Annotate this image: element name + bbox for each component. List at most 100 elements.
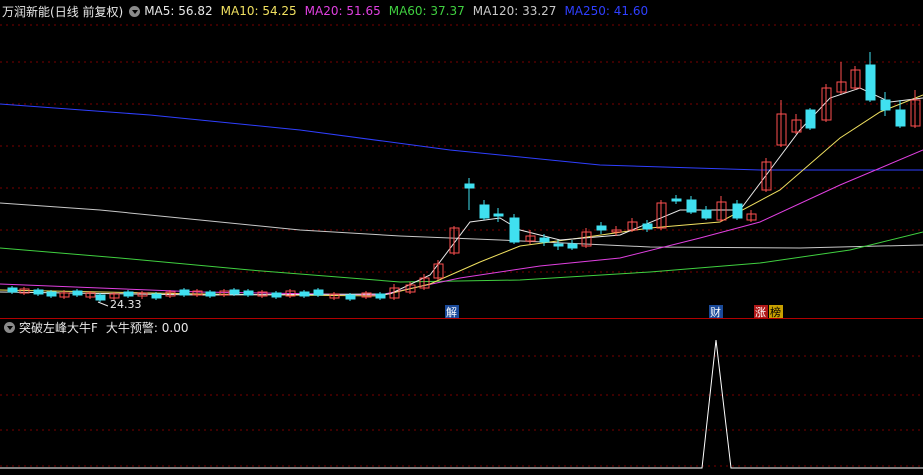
candle-down [493, 208, 504, 222]
candle-up [821, 84, 832, 122]
chevron-down-icon[interactable] [4, 321, 15, 333]
ma120-legend: MA120: 33.27 [472, 4, 557, 18]
candle-body [880, 99, 891, 111]
indicator-header: 突破左峰大牛F 大牛预警: 0.00 [0, 318, 188, 336]
candle-body [895, 109, 906, 127]
candle-body [553, 243, 564, 247]
candle-down [205, 290, 216, 298]
candle-up [219, 289, 230, 297]
alert-signal-line [0, 339, 923, 469]
indicator-title: 突破左峰大牛F [19, 320, 98, 335]
candle-up [836, 62, 847, 94]
candle-body [95, 294, 106, 301]
event-marker-1[interactable]: 财 [709, 305, 723, 318]
candle-body [7, 287, 18, 293]
candle-down [596, 222, 607, 234]
ma10-legend: MA10: 54.25 [220, 4, 297, 18]
candle-down [271, 291, 282, 299]
candle-body [313, 289, 324, 296]
ma120-line [0, 202, 923, 249]
candle-body [865, 64, 876, 101]
candle-body [509, 217, 520, 243]
candle-down [72, 289, 83, 297]
candle-down [464, 178, 475, 210]
candle-down [375, 292, 386, 300]
candle-up [716, 196, 727, 222]
indicator-value: 大牛预警: 0.00 [105, 320, 189, 335]
candle-down [732, 200, 743, 220]
candle-up [656, 200, 667, 230]
candlestick-chart[interactable]: 24.33 解 财 涨榜 [0, 0, 923, 318]
candle-body [72, 290, 83, 296]
candle-down [686, 196, 697, 214]
candle-body [493, 213, 504, 217]
ma10-line [0, 94, 923, 297]
candle-down [7, 286, 18, 294]
candle-up [433, 260, 444, 280]
candle-body [596, 225, 607, 231]
candle-up [776, 100, 787, 147]
candle-up [746, 210, 757, 222]
event-marker-3[interactable]: 榜 [769, 305, 783, 318]
candle-body [805, 109, 816, 129]
candle-down [179, 288, 190, 297]
candle-up [192, 289, 203, 297]
candle-body [642, 223, 653, 230]
candle-up [910, 90, 921, 128]
candle-body [375, 293, 386, 299]
candle-body [567, 243, 578, 249]
candle-down [243, 289, 254, 297]
event-marker-label: 财 [710, 305, 721, 318]
candle-up [850, 66, 861, 90]
candle-body [686, 199, 697, 213]
candle-down [701, 206, 712, 220]
candle-up [611, 226, 622, 236]
candle-down [567, 240, 578, 250]
stock-name: 万润新能 [2, 4, 51, 19]
candle-body [151, 293, 162, 299]
ma60-legend: MA60: 37.37 [388, 4, 465, 18]
candle-body [243, 290, 254, 296]
candle-body [271, 292, 282, 298]
candle-body [33, 289, 44, 295]
candle-body [229, 289, 240, 295]
candle-up [761, 158, 772, 192]
candle-body [205, 291, 216, 297]
event-marker-0[interactable]: 解 [445, 305, 459, 318]
ma5-line [0, 87, 923, 296]
candle-body [179, 289, 190, 296]
candle-down [671, 195, 682, 204]
chevron-down-icon[interactable] [129, 5, 141, 17]
period-label: (日线 前复权) [50, 4, 124, 19]
candle-body [464, 183, 475, 189]
candle-body [46, 291, 57, 297]
candle-body [701, 209, 712, 219]
low-price-leader [97, 301, 109, 307]
candle-down [865, 52, 876, 102]
ma20-legend: MA20: 51.65 [304, 4, 381, 18]
indicator-panel[interactable]: 突破左峰大牛F 大牛预警: 0.00 [0, 318, 923, 475]
candle-down [509, 214, 520, 244]
ma60-line [0, 231, 923, 283]
price-chart-panel[interactable]: 24.33 解 财 涨榜 万润新能(日线 前复权) MA5: 56.82 MA10: … [0, 0, 923, 318]
chart-header: 万润新能(日线 前复权) MA5: 56.82 MA10: 54.25 MA20… [0, 0, 656, 22]
candle-down [123, 290, 134, 298]
candle-down [479, 200, 490, 220]
candle-up [627, 218, 638, 232]
candle-body [123, 291, 134, 297]
candle-down [880, 92, 891, 116]
candle-down [95, 293, 106, 302]
candle-down [805, 108, 816, 130]
candle-body [479, 204, 490, 219]
indicator-chart[interactable] [0, 318, 923, 475]
event-marker-label: 涨 [755, 306, 766, 318]
event-marker-label: 解 [446, 305, 457, 318]
candle-body [345, 294, 356, 300]
event-marker-label: 榜 [770, 305, 781, 318]
ma250-legend: MA250: 41.60 [564, 4, 649, 18]
event-marker-2[interactable]: 涨 [754, 305, 768, 318]
candle-body [671, 198, 682, 202]
candle-body [539, 237, 550, 243]
candle-down [299, 290, 310, 298]
candle-body [732, 203, 743, 219]
